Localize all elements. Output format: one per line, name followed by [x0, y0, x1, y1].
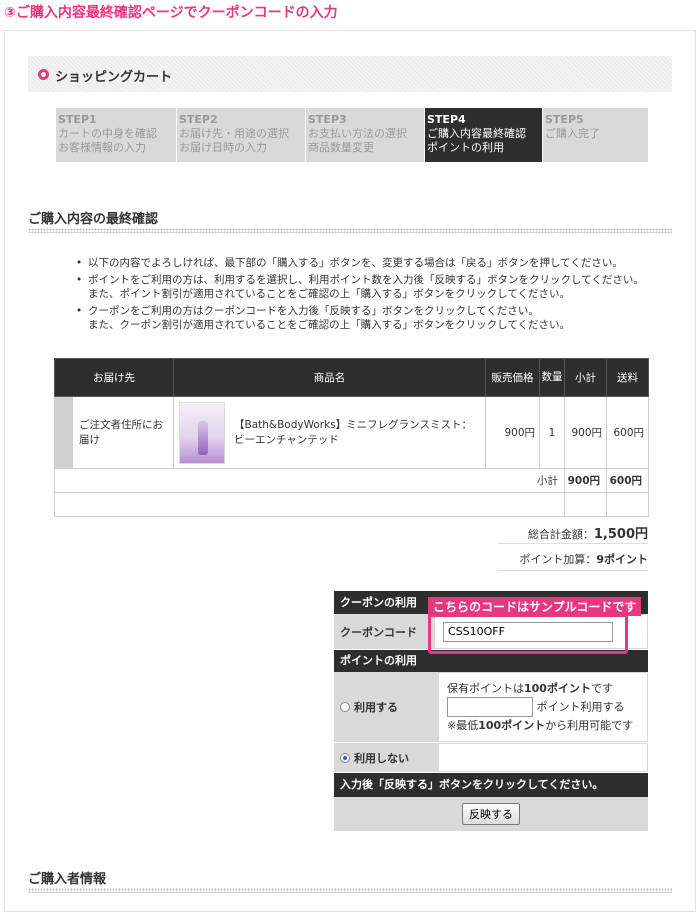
cell-subtotal: 900円	[564, 396, 607, 469]
header-product: 商品名	[173, 358, 486, 397]
step-number: STEP4	[427, 113, 466, 126]
purchaser-section-title: ご購入者情報	[28, 872, 107, 887]
cell-price: 900円	[485, 396, 540, 469]
subtotal-amount: 900円	[564, 468, 607, 493]
sample-code-callout: こちらのコードはサンプルコードです	[428, 597, 642, 616]
table-row: ご注文者住所にお届け 【Bath&BodyWorks】ミニフレグランスミスト：ビ…	[54, 396, 649, 469]
apply-row: 反映する	[334, 797, 648, 831]
no-points-option[interactable]: 利用しない	[334, 743, 438, 772]
no-points-label: 利用しない	[354, 751, 409, 765]
subtotal-shipping: 600円	[606, 468, 649, 493]
total-amount: 900円	[564, 492, 607, 517]
note-item: ポイントをご利用の方は、利用するを選択し、利用ポイント数を入力後「反映する」ボタ…	[76, 273, 656, 301]
points-label: ポイント加算：	[519, 553, 597, 566]
note-line: 以下の内容でよろしければ、最下部の「購入する」ボタンを、変更する場合は「戻る」ボ…	[88, 257, 623, 269]
step-line2: ポイントの利用	[427, 141, 504, 154]
row-marker	[54, 396, 73, 469]
step-4-current: STEP4 ご購入内容最終確認 ポイントの利用	[425, 108, 543, 162]
step-5: STEP5 ご購入完了	[543, 108, 648, 162]
instruction-notes: 以下の内容でよろしければ、最下部の「購入する」ボタンを、変更する場合は「戻る」ボ…	[76, 256, 656, 335]
coupon-label: クーポンコード	[334, 614, 434, 649]
points-input-line: ポイント利用する	[447, 697, 625, 717]
min-points-note: ※最低100ポイントから利用可能です	[447, 717, 633, 734]
confirm-section-title: ご購入内容の最終確認	[28, 212, 159, 227]
page-heading: ③ご購入内容最終確認ページでクーポンコードの入力	[4, 5, 338, 21]
step-line2: お客様情報の入力	[58, 141, 146, 154]
product-name[interactable]: 【Bath&BodyWorks】ミニフレグランスミスト：ビーエンチャンテッド	[230, 418, 485, 448]
cell-qty: 1	[539, 396, 565, 469]
cart-header: ショッピングカート	[28, 56, 672, 92]
step-2: STEP2 お届け先・用途の選択 お届け日時の入力	[177, 108, 306, 162]
step-number: STEP2	[179, 113, 218, 126]
grand-total-label: 総合計金額：	[527, 528, 594, 541]
total-shipping: 600円	[606, 492, 649, 517]
use-points-label: 利用する	[354, 701, 398, 714]
total-label: 合計	[54, 492, 565, 517]
cart-title: ショッピングカート	[55, 70, 173, 85]
use-points-radio[interactable]	[340, 702, 350, 712]
header-subtotal: 小計	[564, 358, 607, 397]
apply-instruction: 入力後「反映する」ボタンをクリックしてください。	[334, 773, 648, 797]
summary-divider	[498, 543, 648, 544]
min-prefix: ※最低	[447, 719, 479, 732]
header-shipping: 送料	[606, 358, 649, 397]
use-points-detail: 保有ポイントは100ポイントです ポイント利用する ※最低100ポイントから利用…	[438, 672, 648, 742]
header-qty: 数量	[539, 358, 565, 397]
points-amount-input[interactable]	[447, 697, 533, 717]
cell-product: 【Bath&BodyWorks】ミニフレグランスミスト：ビーエンチャンテッド	[173, 396, 486, 469]
note-line: クーポンをご利用の方はクーポンコードを入力後「反映する」ボタンをクリックしてくだ…	[88, 305, 539, 317]
held-points: 100ポイント	[524, 682, 591, 695]
min-suffix: から利用可能です	[545, 719, 634, 732]
step-line1: ご購入内容最終確認	[427, 127, 526, 140]
sample-code-highlight	[428, 614, 628, 654]
note-line: ポイントをご利用の方は、利用するを選択し、利用ポイント数を入力後「反映する」ボタ…	[88, 274, 644, 286]
step-line1: カートの中身を確認	[58, 127, 157, 140]
step-line2: 商品数量変更	[308, 141, 374, 154]
grand-total-value: 1,500円	[593, 527, 648, 542]
summary-divider	[498, 570, 648, 571]
product-image[interactable]	[179, 401, 225, 464]
grand-total: 総合計金額：1,500円	[528, 523, 648, 542]
step-progress: STEP1 カートの中身を確認 お客様情報の入力 STEP2 お届け先・用途の選…	[56, 108, 648, 162]
points-value: 9ポイント	[596, 553, 648, 566]
step-number: STEP5	[545, 113, 584, 126]
step-line1: ご購入完了	[545, 127, 600, 140]
no-points-row: 利用しない	[334, 743, 648, 773]
points-earned: ポイント加算：9ポイント	[519, 551, 648, 567]
apply-button[interactable]: 反映する	[462, 803, 520, 825]
note-item: 以下の内容でよろしければ、最下部の「購入する」ボタンを、変更する場合は「戻る」ボ…	[76, 256, 656, 270]
dotted-divider	[28, 228, 672, 233]
use-points-option[interactable]: 利用する	[334, 672, 438, 742]
held-suffix: です	[590, 682, 613, 695]
step-line1: お支払い方法の選択	[308, 127, 407, 140]
min-points: 100ポイント	[478, 719, 546, 732]
held-points-text: 保有ポイントは100ポイントです	[447, 680, 613, 697]
step-number: STEP3	[308, 113, 347, 126]
header-destination: お届け先	[54, 358, 174, 397]
total-row: 合計 900円 600円	[54, 492, 649, 517]
subtotal-label: 小計	[54, 468, 565, 493]
step-1: STEP1 カートの中身を確認 お客様情報の入力	[56, 108, 177, 162]
step-line2: お届け日時の入力	[179, 141, 267, 154]
points-input-suffix: ポイント利用する	[536, 700, 625, 714]
step-3: STEP3 お支払い方法の選択 商品数量変更	[306, 108, 425, 162]
note-item: クーポンをご利用の方はクーポンコードを入力後「反映する」ボタンをクリックしてくだ…	[76, 304, 656, 332]
cell-destination: ご注文者住所にお届け	[72, 396, 174, 469]
table-header-row: お届け先 商品名 販売価格 数量 小計 送料	[54, 358, 649, 397]
use-points-row: 利用する 保有ポイントは100ポイントです ポイント利用する ※最低100ポイン…	[334, 672, 648, 743]
note-line: また、ポイント割引が適用されていることをご確認の上「購入する」ボタンをクリックし…	[88, 288, 571, 300]
subtotal-row: 小計 900円 600円	[54, 468, 649, 493]
note-line: また、クーポン割引が適用されていることをご確認の上「購入する」ボタンをクリックし…	[88, 319, 571, 331]
header-price: 販売価格	[485, 358, 540, 397]
step-line1: お届け先・用途の選択	[179, 127, 289, 140]
dotted-divider	[28, 888, 672, 893]
pink-ring-icon	[38, 69, 49, 80]
no-points-radio[interactable]	[340, 752, 350, 763]
cart-table: お届け先 商品名 販売価格 数量 小計 送料 ご注文者住所にお届け 【Bath&…	[54, 358, 649, 517]
cell-shipping: 600円	[606, 396, 649, 469]
no-points-blank	[438, 743, 648, 772]
step-number: STEP1	[58, 113, 97, 126]
held-prefix: 保有ポイントは	[447, 682, 524, 695]
